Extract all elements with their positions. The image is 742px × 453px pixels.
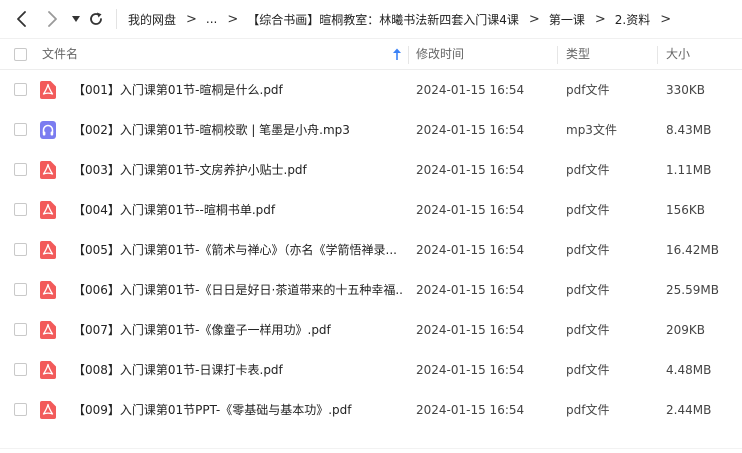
row-checkbox[interactable] xyxy=(14,123,27,136)
pdf-icon xyxy=(40,161,56,179)
column-header-type[interactable]: 类型 xyxy=(566,39,590,70)
forward-button[interactable] xyxy=(42,9,62,29)
file-name[interactable]: 【003】入门课第01节-文房养护小贴士.pdf xyxy=(73,150,403,190)
modified-time: 2024-01-15 16:54 xyxy=(416,363,525,377)
breadcrumb: 我的网盘 > ... > 【综合书画】暄桐教室：林曦书法新四套入门课4课 > 第… xyxy=(128,0,680,38)
column-divider[interactable] xyxy=(408,46,409,64)
file-type: pdf文件 xyxy=(566,283,610,297)
file-name[interactable]: 【009】入门课第01节PPT-《零基础与基本功》.pdf xyxy=(73,390,403,430)
history-dropdown-button[interactable] xyxy=(66,9,86,29)
row-checkbox[interactable] xyxy=(14,163,27,176)
file-type: pdf文件 xyxy=(566,83,610,97)
refresh-icon xyxy=(90,12,102,25)
table-row[interactable]: 【009】入门课第01节PPT-《零基础与基本功》.pdf 2024-01-15 … xyxy=(0,390,742,430)
table-row[interactable]: 【006】入门课第01节-《日日是好日·茶道带来的十五种幸福... 2024-01… xyxy=(0,270,742,310)
file-size: 330KB xyxy=(666,83,706,97)
breadcrumb-separator: > xyxy=(528,11,540,27)
file-type: pdf文件 xyxy=(566,403,610,417)
breadcrumb-item-lesson[interactable]: 第一课 xyxy=(549,11,585,28)
column-divider[interactable] xyxy=(657,46,658,64)
pdf-icon xyxy=(40,361,56,379)
file-size: 2.44MB xyxy=(666,403,712,417)
file-size: 209KB xyxy=(666,323,706,337)
breadcrumb-separator: > xyxy=(660,11,672,27)
column-header-name[interactable]: 文件名 xyxy=(42,39,78,70)
modified-time: 2024-01-15 16:54 xyxy=(416,323,525,337)
file-name[interactable]: 【008】入门课第01节-日课打卡表.pdf xyxy=(73,350,403,390)
row-checkbox[interactable] xyxy=(14,83,27,96)
row-checkbox[interactable] xyxy=(14,323,27,336)
file-type: pdf文件 xyxy=(566,243,610,257)
column-divider[interactable] xyxy=(557,46,558,64)
file-size: 25.59MB xyxy=(666,283,719,297)
row-checkbox[interactable] xyxy=(14,403,27,416)
breadcrumb-item-root[interactable]: 我的网盘 xyxy=(128,11,176,28)
row-checkbox[interactable] xyxy=(14,243,27,256)
sort-ascending-icon[interactable] xyxy=(392,48,402,61)
chevron-right-icon xyxy=(48,11,57,27)
file-list-header: 文件名 修改时间 类型 大小 xyxy=(0,38,742,70)
pdf-icon xyxy=(40,321,56,339)
chevron-left-icon xyxy=(17,11,26,27)
pdf-icon xyxy=(40,241,56,259)
file-size: 156KB xyxy=(666,203,706,217)
column-header-size[interactable]: 大小 xyxy=(666,39,690,70)
column-header-time[interactable]: 修改时间 xyxy=(416,39,464,70)
breadcrumb-item-ellipsis[interactable]: ... xyxy=(206,12,217,26)
file-size: 8.43MB xyxy=(666,123,712,137)
toolbar-divider xyxy=(116,9,117,29)
pdf-icon xyxy=(40,281,56,299)
modified-time: 2024-01-15 16:54 xyxy=(416,163,525,177)
file-name[interactable]: 【001】入门课第01节-暄桐是什么.pdf xyxy=(73,70,403,110)
modified-time: 2024-01-15 16:54 xyxy=(416,203,525,217)
modified-time: 2024-01-15 16:54 xyxy=(416,403,525,417)
table-row[interactable]: 【008】入门课第01节-日课打卡表.pdf 2024-01-15 16:54 pd… xyxy=(0,350,742,390)
table-row[interactable]: 【001】入门课第01节-暄桐是什么.pdf 2024-01-15 16:54 pd… xyxy=(0,70,742,110)
table-row[interactable]: 【005】入门课第01节-《箭术与禅心》（亦名《学箭悟禅录... 2024-01-… xyxy=(0,230,742,270)
file-type: pdf文件 xyxy=(566,363,610,377)
list-bottom-border xyxy=(0,448,742,449)
row-checkbox[interactable] xyxy=(14,363,27,376)
caret-down-icon xyxy=(72,16,80,22)
breadcrumb-separator: > xyxy=(594,11,606,27)
file-type: pdf文件 xyxy=(566,203,610,217)
modified-time: 2024-01-15 16:54 xyxy=(416,123,525,137)
breadcrumb-item-course-folder[interactable]: 【综合书画】暄桐教室：林曦书法新四套入门课4课 xyxy=(247,11,519,28)
pdf-icon xyxy=(40,401,56,419)
file-size: 4.48MB xyxy=(666,363,712,377)
row-checkbox[interactable] xyxy=(14,203,27,216)
back-button[interactable] xyxy=(12,9,32,29)
pdf-icon xyxy=(40,81,56,99)
file-size: 16.42MB xyxy=(666,243,719,257)
breadcrumb-item-current[interactable]: 2.资料 xyxy=(615,11,650,28)
row-checkbox[interactable] xyxy=(14,283,27,296)
audio-icon xyxy=(40,121,56,139)
table-row[interactable]: 【007】入门课第01节-《像童子一样用功》.pdf 2024-01-15 16:… xyxy=(0,310,742,350)
file-name[interactable]: 【002】入门课第01节-暄桐校歌 | 笔墨是小舟.mp3 xyxy=(73,110,403,150)
breadcrumb-separator: > xyxy=(186,11,197,27)
toolbar: 我的网盘 > ... > 【综合书画】暄桐教室：林曦书法新四套入门课4课 > 第… xyxy=(0,0,742,38)
file-name[interactable]: 【007】入门课第01节-《像童子一样用功》.pdf xyxy=(73,310,403,350)
file-type: pdf文件 xyxy=(566,323,610,337)
file-size: 1.11MB xyxy=(666,163,712,177)
modified-time: 2024-01-15 16:54 xyxy=(416,283,525,297)
file-name[interactable]: 【005】入门课第01节-《箭术与禅心》（亦名《学箭悟禅录... xyxy=(73,230,403,270)
file-name[interactable]: 【006】入门课第01节-《日日是好日·茶道带来的十五种幸福... xyxy=(73,270,403,310)
refresh-button[interactable] xyxy=(86,9,106,29)
file-type: mp3文件 xyxy=(566,123,617,137)
file-type: pdf文件 xyxy=(566,163,610,177)
pdf-icon xyxy=(40,201,56,219)
modified-time: 2024-01-15 16:54 xyxy=(416,83,525,97)
table-row[interactable]: 【003】入门课第01节-文房养护小贴士.pdf 2024-01-15 16:54… xyxy=(0,150,742,190)
modified-time: 2024-01-15 16:54 xyxy=(416,243,525,257)
table-row[interactable]: 【002】入门课第01节-暄桐校歌 | 笔墨是小舟.mp3 2024-01-15 … xyxy=(0,110,742,150)
file-name[interactable]: 【004】入门课第01节--暄桐书单.pdf xyxy=(73,190,403,230)
table-row[interactable]: 【004】入门课第01节--暄桐书单.pdf 2024-01-15 16:54 pd… xyxy=(0,190,742,230)
select-all-checkbox[interactable] xyxy=(14,48,27,61)
breadcrumb-separator: > xyxy=(227,11,239,27)
